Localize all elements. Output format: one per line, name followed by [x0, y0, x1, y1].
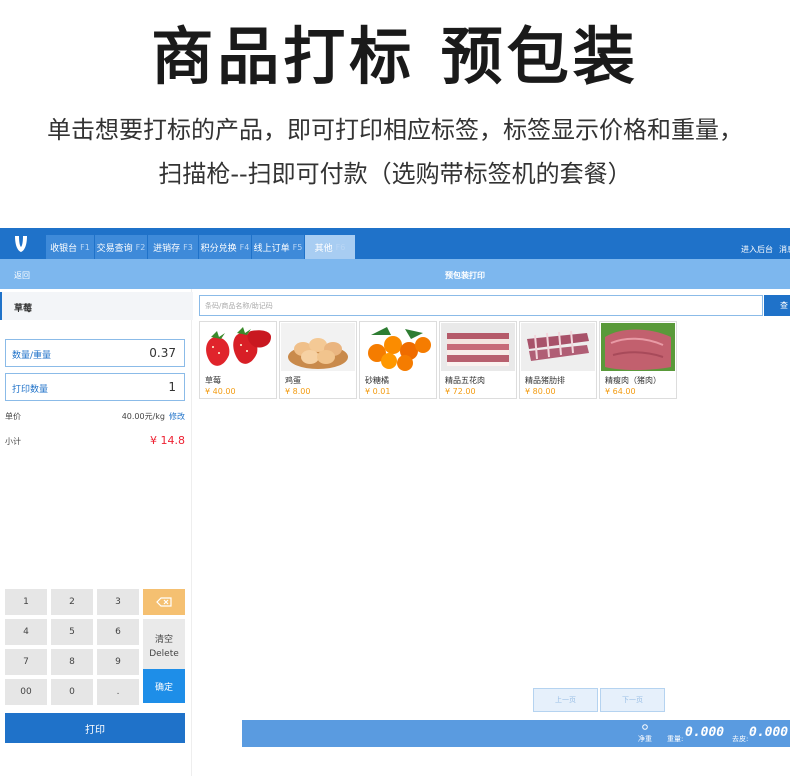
selected-product-name: 草莓 [14, 304, 33, 314]
product-price: ¥ 40.00 [205, 387, 236, 396]
page-title: 预包装打印 [445, 271, 485, 280]
sub-header: 返回 预包装打印 [0, 259, 790, 289]
pork-belly-image-icon [441, 323, 515, 371]
enter-backend-link[interactable]: 进入后台 [741, 244, 773, 255]
messages-link[interactable]: 消息 [779, 244, 790, 255]
key-6[interactable]: 6 [97, 619, 139, 645]
key-7[interactable]: 7 [5, 649, 47, 675]
product-name: 鸡蛋 [285, 376, 301, 385]
tab-other[interactable]: 其他 F6 [305, 235, 356, 259]
product-card[interactable]: 鸡蛋 ¥ 8.00 [279, 321, 357, 399]
tab-online-orders[interactable]: 线上订单 F5 [252, 235, 305, 259]
scale-bar: 净重 重量: 0.000 去皮: 0.000 [242, 720, 790, 747]
print-count-label: 打印数量 [12, 385, 49, 395]
product-name: 精瘦肉（猪肉） [605, 376, 661, 385]
product-price: ¥ 64.00 [605, 387, 636, 396]
product-card[interactable]: 精瘦肉（猪肉） ¥ 64.00 [599, 321, 677, 399]
key-3[interactable]: 3 [97, 589, 139, 615]
qty-weight-value: 0.37 [149, 346, 176, 360]
brand-logo-icon [12, 234, 32, 254]
key-2[interactable]: 2 [51, 589, 93, 615]
product-price: ¥ 80.00 [525, 387, 556, 396]
unit-price-row: 单价 40.00元/kg 修改 [5, 411, 185, 422]
tare-value: 0.000 [749, 725, 789, 740]
key-dot[interactable]: . [97, 679, 139, 705]
weight-label: 重量: [667, 735, 684, 743]
tare-label: 去皮: [732, 735, 749, 743]
product-name: 精品五花肉 [445, 376, 485, 385]
hero-line-2: 扫描枪--扫即可付款（选购带标签机的套餐） [158, 160, 632, 188]
product-card[interactable]: 砂糖橘 ¥ 0.01 [359, 321, 437, 399]
backspace-key[interactable] [143, 589, 185, 615]
print-count-value: 1 [168, 380, 176, 394]
search-input[interactable]: 条码/商品名称/助记码 [199, 295, 763, 316]
product-name: 草莓 [205, 376, 221, 385]
subtotal-value: ¥ 14.8 [150, 434, 185, 447]
subtotal-label: 小计 [5, 437, 21, 446]
key-8[interactable]: 8 [51, 649, 93, 675]
key-0[interactable]: 0 [51, 679, 93, 705]
subtotal-row: 小计 ¥ 14.8 [5, 434, 185, 447]
unit-price-label: 单价 [5, 412, 21, 421]
hero-line-1: 单击想要打标的产品，即可打印相应标签，标签显示价格和重量， [47, 116, 743, 144]
net-indicator-icon [642, 724, 648, 730]
edit-price-link[interactable]: 修改 [169, 412, 185, 421]
product-name: 精品猪肋排 [525, 376, 565, 385]
confirm-key[interactable]: 确定 [143, 669, 185, 703]
backspace-icon [156, 597, 172, 607]
strawberry-image-icon [201, 323, 275, 371]
product-price: ¥ 0.01 [365, 387, 391, 396]
hero-description: 单击想要打标的产品，即可打印相应标签，标签显示价格和重量， 扫描枪--扫即可付款… [0, 108, 790, 196]
search-button[interactable]: 查 [764, 295, 790, 316]
product-card[interactable]: 精品猪肋排 ¥ 80.00 [519, 321, 597, 399]
next-page-button[interactable]: 下一页 [600, 688, 665, 712]
qty-weight-label: 数量/重量 [12, 351, 52, 361]
product-price: ¥ 72.00 [445, 387, 476, 396]
search-placeholder: 条码/商品名称/助记码 [205, 302, 273, 310]
qty-weight-field[interactable]: 数量/重量 0.37 [5, 339, 185, 367]
oranges-image-icon [361, 323, 435, 371]
clear-label: 清空 [154, 635, 173, 645]
prev-page-button[interactable]: 上一页 [533, 688, 598, 712]
product-price: ¥ 8.00 [285, 387, 311, 396]
selected-product: 草莓 [0, 292, 193, 320]
key-00[interactable]: 00 [5, 679, 47, 705]
weight-value: 0.000 [685, 725, 725, 740]
tab-points[interactable]: 积分兑换 F4 [199, 235, 252, 259]
clear-key[interactable]: 清空 Delete [143, 619, 185, 675]
unit-price-value: 40.00元/kg [121, 412, 165, 421]
tab-cashier[interactable]: 收银台 F1 [46, 235, 95, 259]
print-count-field[interactable]: 打印数量 1 [5, 373, 185, 401]
key-1[interactable]: 1 [5, 589, 47, 615]
hero-title: 商品打标 预包装 [151, 20, 639, 93]
product-card[interactable]: 草莓 ¥ 40.00 [199, 321, 277, 399]
net-weight-label: 净重 [638, 735, 652, 743]
top-nav-bar: 收银台 F1 交易查询 F2 进销存 F3 积分兑换 F4 线上订单 F5 其他 F6 进入… [0, 228, 790, 259]
product-name: 砂糖橘 [365, 376, 389, 385]
print-button[interactable]: 打印 [5, 713, 185, 743]
key-5[interactable]: 5 [51, 619, 93, 645]
key-4[interactable]: 4 [5, 619, 47, 645]
delete-label: Delete [149, 649, 179, 659]
lean-pork-image-icon [601, 323, 675, 371]
back-link[interactable]: 返回 [14, 270, 30, 281]
pork-ribs-image-icon [521, 323, 595, 371]
tab-inventory[interactable]: 进销存 F3 [148, 235, 199, 259]
pos-app: 收银台 F1 交易查询 F2 进销存 F3 积分兑换 F4 线上订单 F5 其他 F6 进入… [0, 228, 790, 776]
product-card[interactable]: 精品五花肉 ¥ 72.00 [439, 321, 517, 399]
key-9[interactable]: 9 [97, 649, 139, 675]
left-panel: 草莓 数量/重量 0.37 打印数量 1 单价 40.00元/kg 修改 小计 ¥… [0, 289, 193, 776]
tab-transactions[interactable]: 交易查询 F2 [95, 235, 148, 259]
eggs-image-icon [281, 323, 355, 371]
